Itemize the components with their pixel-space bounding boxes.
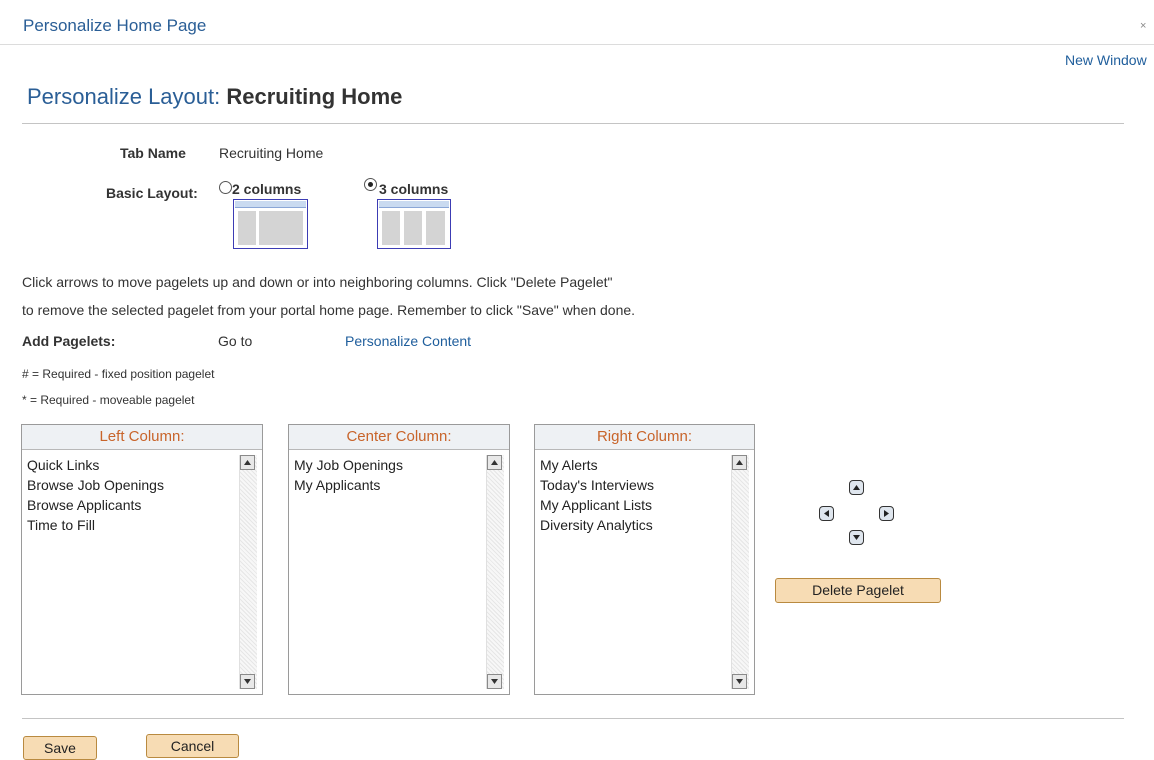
scroll-down-icon[interactable] [240, 674, 255, 689]
left-column-title: Left Column: [99, 428, 185, 445]
scroll-up-icon[interactable] [487, 455, 502, 470]
scroll-down-icon[interactable] [732, 674, 747, 689]
scroll-up-icon[interactable] [732, 455, 747, 470]
left-column-listbox[interactable]: Left Column: Quick Links Browse Job Open… [21, 424, 263, 695]
right-column-scrollbar[interactable] [731, 455, 749, 689]
list-item[interactable]: Quick Links [27, 455, 164, 475]
add-pagelets-label: Add Pagelets: [22, 333, 116, 349]
window-title: Personalize Home Page [23, 16, 207, 35]
arrow-right-icon[interactable] [879, 506, 894, 521]
arrow-left-icon[interactable] [819, 506, 834, 521]
layout-2-columns-icon[interactable] [233, 199, 308, 249]
instructions-line-1: Click arrows to move pagelets up and dow… [22, 274, 613, 290]
cancel-button[interactable]: Cancel [146, 734, 239, 758]
list-item[interactable]: My Alerts [540, 455, 654, 475]
list-item[interactable]: Time to Fill [27, 515, 164, 535]
list-item[interactable]: Browse Job Openings [27, 475, 164, 495]
close-icon[interactable]: × [1140, 20, 1152, 32]
right-column-listbox[interactable]: Right Column: My Alerts Today's Intervie… [534, 424, 755, 695]
center-column-header: Center Column: [289, 425, 509, 450]
page-title: Personalize Layout: Recruiting Home [27, 84, 402, 110]
scroll-down-icon[interactable] [487, 674, 502, 689]
center-column-title: Center Column: [346, 428, 452, 445]
delete-pagelet-button[interactable]: Delete Pagelet [775, 578, 941, 603]
right-column-title: Right Column: [596, 428, 693, 445]
page-title-name: Recruiting Home [226, 84, 403, 109]
go-to-label: Go to [218, 333, 253, 349]
arrow-up-icon[interactable] [849, 480, 864, 495]
new-window-link[interactable]: New Window [1065, 52, 1147, 68]
center-column-scrollbar[interactable] [486, 455, 504, 689]
left-column-items: Quick Links Browse Job Openings Browse A… [27, 455, 164, 535]
right-column-header: Right Column: [535, 425, 754, 450]
radio-2-columns[interactable] [219, 181, 232, 194]
option-2-columns-label[interactable]: 2 columns [232, 181, 301, 197]
scroll-up-icon[interactable] [240, 455, 255, 470]
divider-top [22, 123, 1124, 124]
legend-moveable: * = Required - moveable pagelet [22, 393, 195, 407]
arrow-down-icon[interactable] [849, 530, 864, 545]
legend-fixed: # = Required - fixed position pagelet [22, 367, 215, 381]
basic-layout-label: Basic Layout: [106, 185, 198, 201]
personalize-content-link[interactable]: Personalize Content [345, 333, 471, 349]
save-button[interactable]: Save [23, 736, 97, 760]
page-title-prefix: Personalize Layout: [27, 84, 221, 109]
list-item[interactable]: Browse Applicants [27, 495, 164, 515]
radio-3-columns[interactable] [364, 178, 377, 191]
list-item[interactable]: Today's Interviews [540, 475, 654, 495]
option-3-columns-label[interactable]: 3 columns [379, 181, 448, 197]
tab-name-value: Recruiting Home [219, 145, 324, 161]
tab-name-label: Tab Name [120, 145, 186, 161]
left-column-scrollbar[interactable] [239, 455, 257, 689]
layout-3-columns-icon[interactable] [377, 199, 451, 249]
list-item[interactable]: My Applicants [294, 475, 403, 495]
right-column-items: My Alerts Today's Interviews My Applican… [540, 455, 654, 535]
list-item[interactable]: My Job Openings [294, 455, 403, 475]
center-column-items: My Job Openings My Applicants [294, 455, 403, 495]
left-column-header: Left Column: [22, 425, 262, 450]
center-column-listbox[interactable]: Center Column: My Job Openings My Applic… [288, 424, 510, 695]
list-item[interactable]: My Applicant Lists [540, 495, 654, 515]
instructions-line-2: to remove the selected pagelet from your… [22, 302, 636, 318]
list-item[interactable]: Diversity Analytics [540, 515, 654, 535]
divider-bottom [22, 718, 1124, 719]
